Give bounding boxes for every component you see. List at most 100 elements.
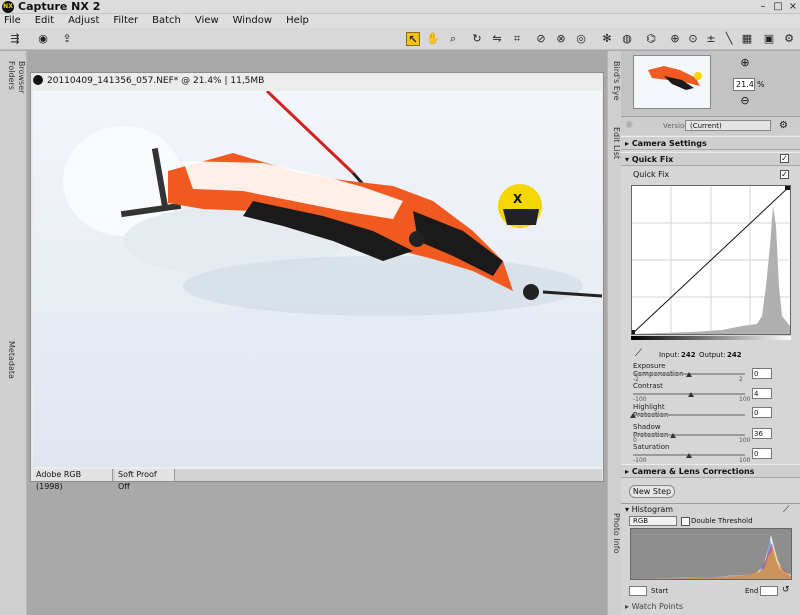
shadow-protection-input[interactable]: 36 (752, 428, 772, 439)
shadow-max-label: 100 (739, 437, 751, 444)
birds-eye-panel: ⊕ 21.4 % ⊖ (621, 51, 800, 117)
camera-settings-header[interactable]: ▸ Camera Settings (621, 136, 800, 150)
direct-select-tool-icon[interactable]: ↖ (406, 32, 420, 46)
birds-eye-thumbnail[interactable] (633, 55, 711, 109)
zoom-in-icon[interactable]: ⊕ (739, 57, 751, 69)
exposure-compensation-input[interactable]: 0 (752, 368, 772, 379)
menu-file[interactable]: File (4, 14, 21, 28)
app-logo-icon: NX (2, 1, 14, 13)
thumbnail-photo (634, 56, 710, 108)
lasso-tool-icon[interactable]: ⌬ (644, 32, 658, 46)
camera-icon[interactable]: ◉ (36, 32, 50, 46)
output-value: 242 (727, 351, 742, 359)
version-dropdown[interactable]: (Current) (685, 120, 771, 131)
eyedropper-icon[interactable]: ⟋ (635, 348, 647, 359)
histogram-channel-select[interactable]: RGB (629, 516, 677, 526)
export-icon[interactable]: ⇪ (60, 32, 74, 46)
camera-lens-header[interactable]: ▸ Camera & Lens Corrections (621, 464, 800, 478)
soft-proof-dropdown[interactable]: Soft Proof Off (115, 469, 175, 491)
watch-points-header[interactable]: ▸ Watch Points (625, 602, 683, 611)
saturation-input[interactable]: 0 (752, 448, 772, 459)
saturation-max-label: 100 (739, 457, 751, 464)
tab-metadata[interactable]: Metadata (3, 341, 19, 385)
retouch-brush-icon[interactable]: ◎ (574, 32, 588, 46)
red-eye-control-point-icon[interactable]: ◍ (620, 32, 634, 46)
quick-fix-header[interactable]: ▾ Quick Fix (621, 152, 800, 166)
highlight-protection-input[interactable]: 0 (752, 407, 772, 418)
red-eye-tool-icon[interactable]: ⊘ (534, 32, 548, 46)
highlight-protection-thumb[interactable] (630, 413, 636, 418)
photo-canvas[interactable]: X (33, 91, 602, 467)
contrast-thumb[interactable] (688, 392, 695, 397)
version-bar: ✺ Version (Current) ⚙ (621, 117, 800, 135)
document-status-bar: Adobe RGB (1998) Soft Proof Off (33, 469, 602, 491)
zoom-level-input[interactable]: 21.4 (733, 78, 755, 91)
black-control-point-icon[interactable]: ✻ (600, 32, 614, 46)
histogram-end-input[interactable] (760, 586, 778, 596)
selection-control-point-icon[interactable]: ⊙ (686, 32, 700, 46)
histogram-header[interactable]: ▾ Histogram (625, 505, 673, 514)
document-window[interactable]: 20110409_141356_057.NEF* @ 21.4% | 11,5M… (30, 72, 604, 491)
quick-fix-enable-checkbox[interactable]: ✓ (780, 154, 789, 163)
menu-help[interactable]: Help (286, 14, 309, 28)
zoom-unit-label: % (757, 80, 765, 89)
menu-window[interactable]: Window (233, 14, 272, 28)
histogram-start-input[interactable] (629, 586, 647, 596)
straighten-tool-icon[interactable]: ⇋ (490, 32, 504, 46)
rotate-tool-icon[interactable]: ↻ (470, 32, 484, 46)
plus-minus-icon[interactable]: ± (704, 32, 718, 46)
settings-icon[interactable]: ⚙ (782, 32, 796, 46)
histogram-graph[interactable] (630, 528, 792, 580)
svg-text:X: X (513, 192, 523, 206)
title-bar: NX Capture NX 2 – □ × (0, 0, 800, 14)
tab-browser[interactable]: Browser (13, 61, 29, 101)
exposure-max-label: 2 (739, 376, 743, 383)
double-threshold-label: Double Threshold (691, 517, 753, 525)
double-threshold-checkbox[interactable] (681, 517, 690, 526)
gradient-tool-icon[interactable]: ▦ (740, 32, 754, 46)
hand-tool-icon[interactable]: ✋ (426, 32, 440, 46)
reset-icon[interactable]: ↺ (782, 585, 790, 595)
selection-brush-icon[interactable]: ╲ (722, 32, 736, 46)
expand-arrow-icon: ▸ (625, 467, 632, 476)
toolbar: ⇶ ◉ ⇪ ↖ ✋ ⌕ ↻ ⇋ ⌗ ⊘ ⊗ ◎ ✻ ◍ ⌬ ⊕ ⊙ ± ╲ ▦ … (0, 28, 800, 50)
close-button[interactable]: × (786, 1, 800, 13)
histogram-svg (631, 535, 791, 579)
menu-adjust[interactable]: Adjust (68, 14, 99, 28)
saturation-label: Saturation (633, 443, 670, 451)
highlight-protection-slider[interactable] (633, 414, 745, 416)
menu-filter[interactable]: Filter (113, 14, 138, 28)
saturation-min-label: -100 (633, 457, 647, 464)
camera-lens-label: Camera & Lens Corrections (631, 467, 755, 476)
workspace-icon[interactable]: ⇶ (8, 32, 22, 46)
skier-photo: X (33, 91, 602, 467)
menu-view[interactable]: View (195, 14, 219, 28)
shadow-protection-thumb[interactable] (670, 433, 677, 438)
shadow-protection-slider[interactable] (633, 434, 745, 436)
menu-edit[interactable]: Edit (35, 14, 54, 28)
nef-file-icon (33, 75, 43, 85)
crop-tool-icon[interactable]: ⌗ (510, 32, 524, 46)
minimize-button[interactable]: – (756, 1, 770, 13)
saturation-thumb[interactable] (686, 453, 692, 458)
maximize-button[interactable]: □ (771, 1, 785, 13)
auto-retouch-icon[interactable]: ⊗ (554, 32, 568, 46)
menu-batch[interactable]: Batch (152, 14, 181, 28)
curve-histogram-svg (630, 185, 791, 335)
edit-list-panel: ✺ Version (Current) ⚙ ▸ Camera Settings … (621, 117, 800, 503)
fill-remove-icon[interactable]: ▣ (762, 32, 776, 46)
collapse-arrow-icon: ▾ (625, 155, 632, 164)
quick-fix-apply-checkbox[interactable]: ✓ (780, 170, 789, 179)
contrast-input[interactable]: 4 (752, 388, 772, 399)
contrast-label: Contrast (633, 382, 663, 390)
contrast-min-label: -100 (633, 396, 647, 403)
zoom-tool-icon[interactable]: ⌕ (446, 32, 460, 46)
levels-curves-graph[interactable] (630, 185, 791, 335)
new-step-button[interactable]: New Step (629, 485, 675, 498)
histogram-eyedropper-icon[interactable]: ⟋ (783, 505, 789, 515)
version-settings-icon[interactable]: ⚙ (779, 120, 793, 132)
zoom-out-icon[interactable]: ⊖ (739, 95, 751, 107)
quick-fix-sublabel: Quick Fix (633, 170, 670, 179)
exposure-compensation-thumb[interactable] (686, 372, 692, 377)
color-control-point-icon[interactable]: ⊕ (668, 32, 682, 46)
